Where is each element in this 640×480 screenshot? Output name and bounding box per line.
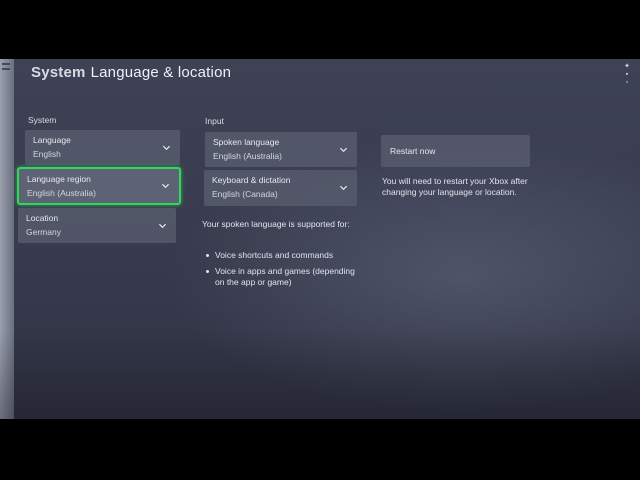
- chevron-down-icon: [339, 185, 348, 191]
- input-section-label: Input: [205, 116, 224, 126]
- controller-icon: ✦: [624, 63, 630, 70]
- spoken-language-dropdown[interactable]: Spoken language English (Australia): [205, 132, 357, 167]
- tv-screen: ✦ ▪ ▫ System Language & location System L…: [0, 59, 640, 419]
- network-icon: ▪: [625, 71, 629, 78]
- chevron-down-icon: [162, 145, 171, 150]
- supported-features-list: Voice shortcuts and commands Voice in ap…: [204, 250, 364, 293]
- language-dropdown[interactable]: Language English: [25, 130, 180, 165]
- chevron-down-icon: [161, 183, 170, 189]
- notification-icon: ▫: [625, 79, 629, 86]
- language-region-label: Language region: [27, 174, 91, 184]
- page-title: System Language & location: [31, 64, 231, 81]
- list-item: Voice in apps and games (depending on th…: [204, 266, 364, 288]
- restart-note: You will need to restart your Xbox after…: [382, 176, 528, 197]
- language-value: English: [33, 149, 61, 159]
- keyboard-dictation-label: Keyboard & dictation: [212, 175, 291, 185]
- chevron-down-icon: [158, 223, 167, 228]
- page-title-text: Language & location: [90, 64, 232, 81]
- language-region-value: English (Australia): [27, 188, 96, 198]
- location-dropdown[interactable]: Location Germany: [18, 208, 176, 243]
- keyboard-dictation-dropdown[interactable]: Keyboard & dictation English (Canada): [204, 170, 357, 206]
- restart-now-button[interactable]: Restart now: [381, 135, 530, 167]
- spoken-language-support-text: Your spoken language is supported for:: [202, 219, 350, 229]
- status-icons: ✦ ▪ ▫: [620, 63, 634, 87]
- location-label: Location: [26, 213, 59, 223]
- keyboard-dictation-value: English (Canada): [212, 189, 278, 199]
- system-section-label: System: [28, 115, 57, 125]
- list-item: Voice shortcuts and commands: [204, 250, 364, 261]
- spoken-language-label: Spoken language: [213, 137, 280, 147]
- language-region-dropdown[interactable]: Language region English (Australia): [17, 167, 181, 205]
- page-title-brand: System: [31, 64, 86, 81]
- language-label: Language: [33, 135, 71, 145]
- screen-edge-strip: [0, 59, 14, 419]
- chevron-down-icon: [339, 147, 348, 152]
- spoken-language-value: English (Australia): [213, 151, 282, 161]
- location-value: Germany: [26, 227, 61, 237]
